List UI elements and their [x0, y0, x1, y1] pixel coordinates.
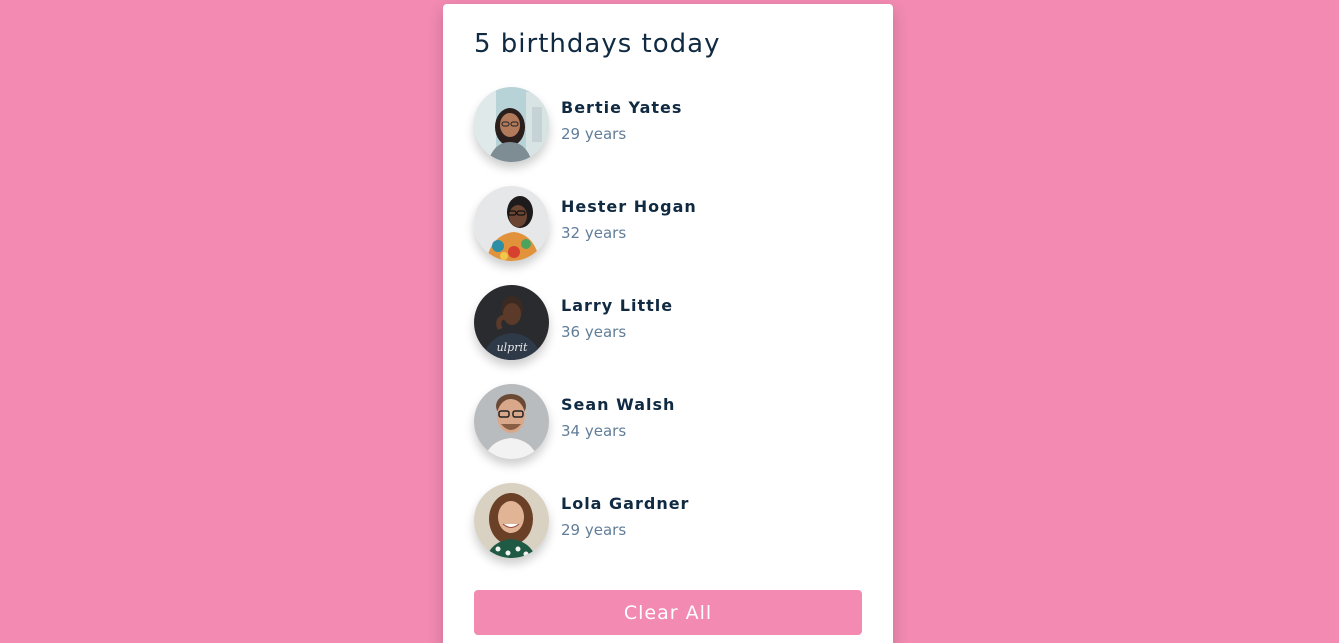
person-age: 32 years	[561, 224, 627, 242]
list-item: Bertie Yates 29 years	[474, 86, 862, 162]
avatar: ulprit	[474, 284, 549, 360]
person-info: Hester Hogan 32 years	[561, 196, 697, 244]
person-photo-icon: ulprit	[474, 284, 549, 360]
avatar	[474, 185, 549, 261]
person-age: 34 years	[561, 422, 627, 440]
clear-all-button[interactable]: Clear All	[474, 590, 862, 635]
person-photo-icon	[474, 383, 549, 459]
list-item: Hester Hogan 32 years	[474, 185, 862, 261]
avatar	[474, 86, 549, 162]
person-age: 29 years	[561, 521, 627, 539]
person-info: Lola Gardner 29 years	[561, 493, 689, 541]
list-item: ulprit Larry Little 36 years	[474, 284, 862, 360]
person-info: Bertie Yates 29 years	[561, 97, 682, 145]
person-photo-icon	[474, 185, 549, 261]
person-name: Lola Gardner	[561, 494, 690, 513]
person-name: Hester Hogan	[561, 197, 697, 216]
person-info: Larry Little 36 years	[561, 295, 673, 343]
page-title: 5 birthdays today	[474, 29, 721, 59]
person-age: 29 years	[561, 125, 627, 143]
avatar	[474, 482, 549, 558]
list-item: Sean Walsh 34 years	[474, 383, 862, 459]
birthday-card: 5 birthdays today Bertie Yates 29 years …	[443, 4, 893, 643]
svg-text:ulprit: ulprit	[497, 341, 528, 354]
person-info: Sean Walsh 34 years	[561, 394, 675, 442]
avatar	[474, 383, 549, 459]
page: 5 birthdays today Bertie Yates 29 years …	[0, 0, 1339, 643]
person-photo-icon	[474, 86, 549, 162]
person-photo-icon	[474, 482, 549, 558]
people-list: Bertie Yates 29 years Hester Hogan 32 ye…	[474, 86, 862, 558]
person-name: Larry Little	[561, 296, 674, 315]
person-name: Sean Walsh	[561, 395, 676, 414]
person-name: Bertie Yates	[561, 98, 683, 117]
list-item: Lola Gardner 29 years	[474, 482, 862, 558]
person-age: 36 years	[561, 323, 627, 341]
